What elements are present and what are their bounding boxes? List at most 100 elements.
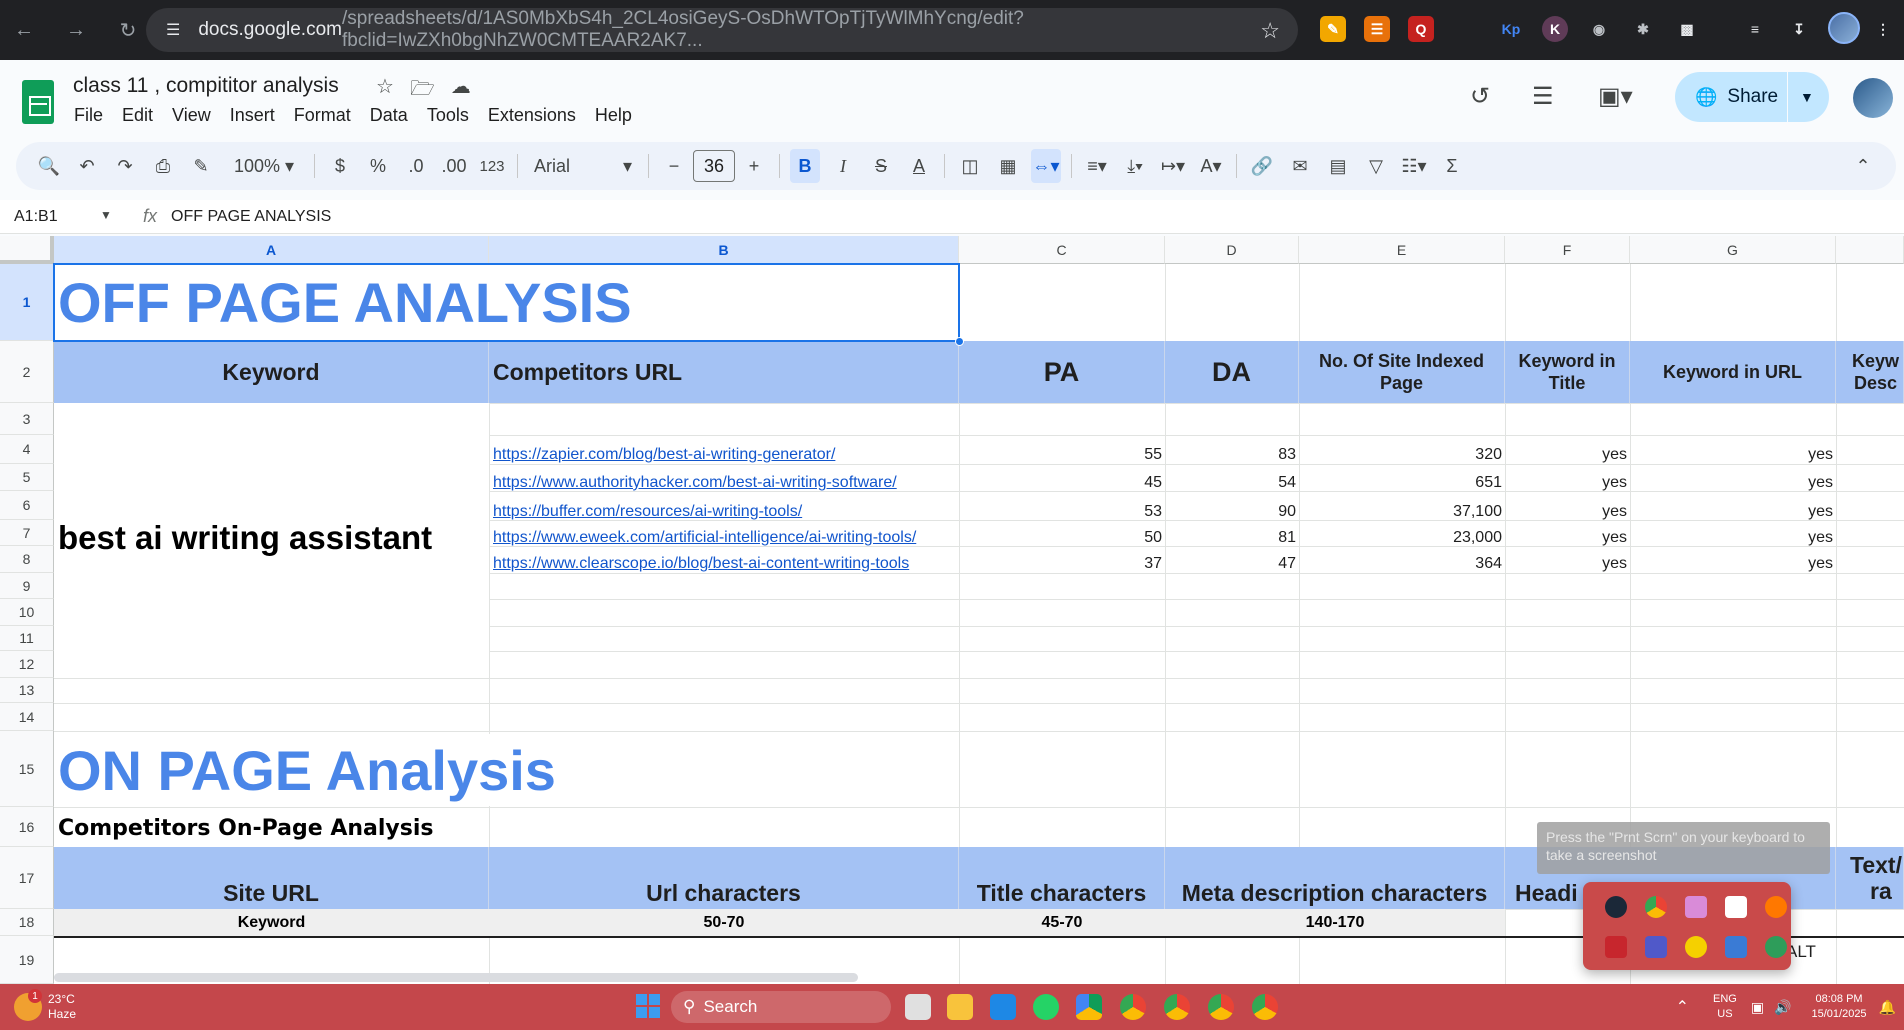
row-header[interactable]: 11 [0,626,54,651]
task-view-icon[interactable] [905,994,931,1020]
column-header-f[interactable]: F [1505,236,1630,264]
menu-file[interactable]: File [74,105,103,126]
bookmark-star-icon[interactable]: ☆ [1260,18,1280,44]
kw-title-value[interactable]: yes [1505,473,1630,493]
horizontal-align-icon[interactable]: ≡▾ [1082,149,1112,183]
column-header-h[interactable] [1836,236,1904,264]
competitor-url-link[interactable]: https://www.eweek.com/artificial-intelli… [489,528,959,548]
extension-icon-5[interactable]: ◉ [1586,16,1612,42]
extension-icon-kp[interactable]: Kp [1498,16,1524,42]
menu-edit[interactable]: Edit [122,105,153,126]
keyword-cell[interactable]: best ai writing assistant [54,403,489,673]
text-rotation-icon[interactable]: A▾ [1196,149,1226,183]
row-header[interactable]: 14 [0,703,54,731]
da-value[interactable]: 83 [1165,445,1299,465]
competitor-url-link[interactable]: https://zapier.com/blog/best-ai-writing-… [489,445,959,465]
font-size-increase-button[interactable]: + [739,149,769,183]
row-header[interactable]: 2 [0,341,54,403]
network-icon[interactable]: ▣ [1751,999,1764,1016]
avast-icon[interactable] [1765,896,1787,918]
indexed-value[interactable]: 651 [1299,473,1505,493]
kw-title-value[interactable]: yes [1505,554,1630,574]
pa-value[interactable]: 37 [959,554,1165,574]
header-keyword-in-description[interactable]: Keyw Desc [1836,341,1904,403]
row18-meta-chars[interactable]: 140-170 [1165,909,1505,936]
row-header[interactable]: 6 [0,491,54,520]
row-header[interactable]: 13 [0,678,54,703]
sheets-logo-icon[interactable] [22,80,54,124]
meet-icon[interactable]: ▣▾ [1598,82,1633,111]
column-header-c[interactable]: C [959,236,1165,264]
row-header[interactable]: 16 [0,807,54,847]
kw-title-value[interactable]: yes [1505,502,1630,522]
decrease-decimal-button[interactable]: .0 [401,149,431,183]
reload-icon[interactable]: ↻ [114,16,142,44]
on-page-title-cell[interactable]: ON PAGE Analysis [54,734,959,806]
volume-icon[interactable]: 🔊 [1774,999,1791,1016]
row18-keyword[interactable]: Keyword [54,909,489,936]
formula-input[interactable]: OFF PAGE ANALYSIS [171,208,331,226]
row18-url-chars[interactable]: 50-70 [489,909,959,936]
menu-view[interactable]: View [172,105,211,126]
forward-icon[interactable]: → [62,16,90,44]
account-avatar[interactable] [1853,78,1893,118]
borders-icon[interactable]: ▦ [993,149,1023,183]
undo-icon[interactable]: ↶ [72,149,102,183]
start-button[interactable] [636,994,660,1018]
indexed-value[interactable]: 364 [1299,554,1505,574]
column-header-b[interactable]: B [489,236,959,264]
menu-format[interactable]: Format [294,105,351,126]
row-header[interactable]: 19 [0,936,54,984]
menu-help[interactable]: Help [595,105,632,126]
star-icon[interactable]: ☆ [376,74,394,108]
vertical-align-icon[interactable]: ⤓▾ [1120,149,1150,183]
steam-icon[interactable] [1605,896,1627,918]
row-header[interactable]: 3 [0,403,54,435]
extension-icon-k[interactable]: K [1542,16,1568,42]
file-explorer-icon[interactable] [947,994,973,1020]
network-app-icon[interactable] [1725,936,1747,958]
address-bar[interactable]: ☰ docs.google.com/spreadsheets/d/1AS0MbX… [146,8,1298,52]
row-header[interactable]: 17 [0,847,54,909]
header-keyword-in-url[interactable]: Keyword in URL [1630,341,1836,403]
row-header[interactable]: 4 [0,435,54,464]
security-icon[interactable] [1725,896,1747,918]
extension-icon-3[interactable]: Q [1408,16,1434,42]
row-header[interactable]: 9 [0,573,54,599]
pa-value[interactable]: 55 [959,445,1165,465]
pa-value[interactable]: 50 [959,528,1165,548]
teams-icon[interactable] [1645,936,1667,958]
anydesk-icon[interactable] [1605,936,1627,958]
text-color-button[interactable]: A [904,149,934,183]
redo-icon[interactable]: ↷ [110,149,140,183]
chrome-taskbar-icon-2[interactable] [1164,994,1190,1020]
on-page-subtitle-cell[interactable]: Competitors On-Page Analysis [58,812,558,844]
chrome-taskbar-icon-1[interactable] [1120,994,1146,1020]
horizontal-scrollbar[interactable] [54,973,858,982]
extension-icon-2[interactable]: ☰ [1364,16,1390,42]
row-header[interactable]: 18 [0,909,54,936]
pen-tool-icon[interactable] [1685,896,1707,918]
reading-list-icon[interactable]: ≡ [1742,16,1768,42]
row-header[interactable]: 5 [0,464,54,491]
site-info-icon[interactable]: ☰ [166,20,184,40]
row19-alt-cell[interactable]: ALT [1786,940,1836,964]
kw-title-value[interactable]: yes [1505,445,1630,465]
whatsapp-icon[interactable] [1033,994,1059,1020]
kw-url-value[interactable]: yes [1630,445,1836,465]
row-header[interactable]: 15 [0,731,54,807]
da-value[interactable]: 54 [1165,473,1299,493]
row-header[interactable]: 12 [0,651,54,678]
browser-menu-icon[interactable]: ⋮ [1870,16,1896,42]
menu-data[interactable]: Data [370,105,408,126]
insert-link-icon[interactable]: 🔗 [1247,149,1277,183]
back-icon[interactable]: ← [10,16,38,44]
indexed-value[interactable]: 320 [1299,445,1505,465]
ms-store-icon[interactable] [990,994,1016,1020]
da-value[interactable]: 47 [1165,554,1299,574]
paint-format-icon[interactable]: ✎ [186,149,216,183]
da-value[interactable]: 81 [1165,528,1299,548]
filter-views-icon[interactable]: ☷▾ [1399,149,1429,183]
row-header[interactable]: 8 [0,546,54,573]
share-dropdown-icon[interactable]: ▼ [1800,89,1814,105]
